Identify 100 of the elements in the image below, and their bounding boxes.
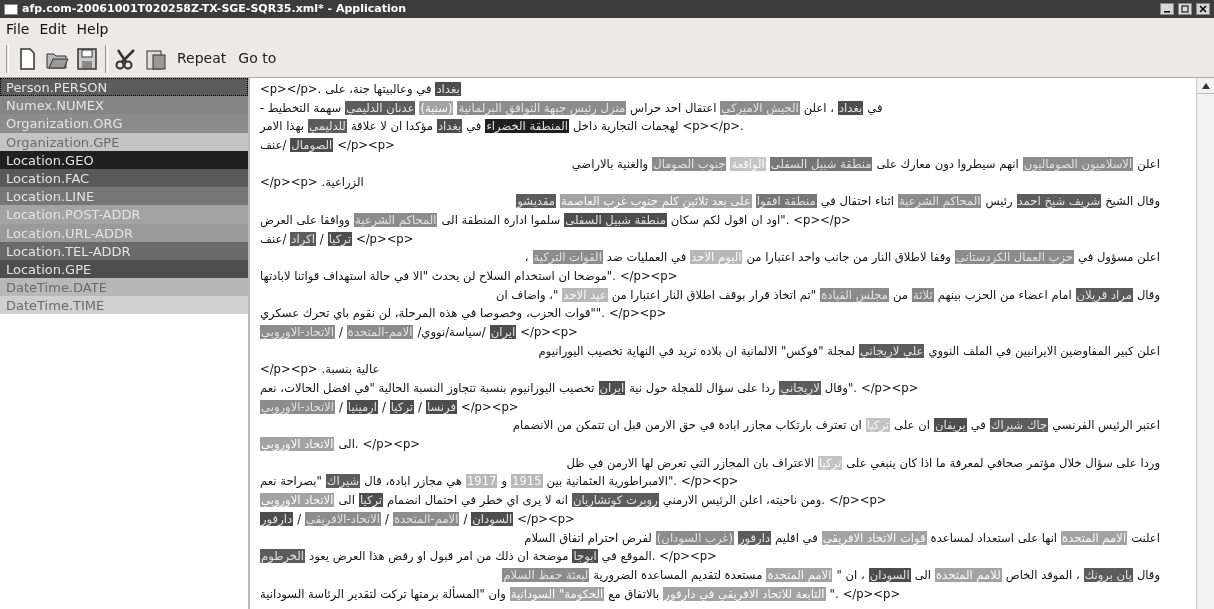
- entity-highlight[interactable]: (سنية): [419, 100, 454, 115]
- document-text: اعلن: [1137, 156, 1160, 171]
- entity-highlight[interactable]: عدنان الدليمي: [345, 100, 416, 115]
- save-icon[interactable]: [75, 45, 99, 72]
- document-text: وان "المسألة برمتها تركت لتقدير: [347, 586, 506, 601]
- entity-highlight[interactable]: تركيا: [389, 399, 414, 414]
- entity-highlight[interactable]: ايران: [598, 381, 626, 395]
- tag-item[interactable]: Person.PERSON: [0, 78, 248, 97]
- document-text: /سياسة/نووي/: [417, 324, 486, 339]
- entity-highlight[interactable]: السودان: [868, 567, 911, 582]
- entity-highlight[interactable]: الامم-المتحدة: [392, 511, 460, 526]
- document-text: الاعتراف بان المجازر التي تعرض لها الارمن في ظل: [566, 455, 814, 470]
- document-text: ، الموفد الخاص: [1005, 567, 1080, 582]
- entity-highlight[interactable]: جاك شيراك: [989, 418, 1049, 433]
- entity-highlight[interactable]: تركيا: [358, 493, 384, 508]
- entity-highlight[interactable]: المحاكم الشرعية: [353, 212, 438, 227]
- entity-highlight[interactable]: الاسلاميون الصوماليون: [1022, 156, 1134, 171]
- document-text: الى: [914, 567, 932, 582]
- markup-tag: </p><p>: [608, 306, 667, 321]
- entity-highlight[interactable]: منطقة افقوا: [755, 194, 817, 209]
- entity-highlight[interactable]: علي لاريجاني: [858, 343, 925, 358]
- menu-item[interactable]: File: [4, 18, 32, 40]
- document-text: /: [381, 399, 386, 414]
- entity-highlight[interactable]: الاتحاد-الاوروبي: [260, 399, 335, 414]
- tag-item[interactable]: DateTime.DATE: [0, 278, 248, 297]
- entity-highlight[interactable]: مراد قريلان: [1075, 287, 1133, 302]
- menu-item[interactable]: Help: [74, 18, 111, 40]
- entity-highlight[interactable]: اليوم الاحد: [690, 250, 743, 265]
- entity-highlight[interactable]: الاتحاد الاوروبي: [260, 493, 335, 508]
- entity-highlight[interactable]: منطقة شبيل السفلى: [564, 212, 667, 227]
- entity-highlight[interactable]: عيد الاحد: [562, 287, 608, 302]
- minimize-button[interactable]: [1160, 3, 1174, 15]
- document-text: تخصيب اليورانيوم بنسبة تتجاوز النسبة الحالية "في افضل الحالات، نعم: [260, 381, 595, 395]
- entity-highlight[interactable]: ايران: [489, 324, 517, 339]
- entity-highlight[interactable]: روبرت كوتشاريان: [571, 493, 659, 508]
- entity-highlight[interactable]: اكراد: [290, 231, 316, 246]
- entity-highlight[interactable]: الصومال: [290, 138, 334, 153]
- entity-highlight[interactable]: التابعة للاتحاد الافريقي في دارفور: [663, 586, 826, 601]
- toolbar-button[interactable]: Go to: [235, 48, 280, 69]
- entity-highlight[interactable]: 1915: [511, 474, 543, 489]
- entity-highlight[interactable]: لبعثة حفظ السلام: [502, 567, 590, 582]
- entity-highlight[interactable]: منزل رئيس جبهة التوافق البرلمانية: [457, 100, 627, 115]
- entity-highlight[interactable]: للامم المتحدة: [935, 567, 1002, 582]
- entity-highlight[interactable]: على بعد ثلاثين كلم جنوب غرب العاصمة: [560, 194, 752, 209]
- entity-highlight[interactable]: دارفور: [737, 530, 772, 545]
- document-text: بهذا الامر: [260, 119, 304, 134]
- markup-tag: </p><p>: [520, 324, 578, 339]
- entity-highlight[interactable]: المحاكم الشرعية: [897, 194, 982, 209]
- tag-item[interactable]: DateTime.TIME: [0, 296, 248, 315]
- entity-highlight[interactable]: السودان: [471, 511, 514, 526]
- close-button[interactable]: [1196, 3, 1210, 15]
- entity-highlight[interactable]: مقديشو: [516, 194, 557, 209]
- entity-highlight[interactable]: منطقة شبيل السفلى: [769, 156, 873, 171]
- entity-highlight[interactable]: ثلاثة: [912, 287, 934, 302]
- entity-highlight[interactable]: 1917: [465, 474, 498, 489]
- entity-highlight[interactable]: بغداد: [837, 100, 864, 115]
- entity-highlight[interactable]: يريفان: [933, 418, 967, 433]
- document-text: في وعالبيتها جنة، على: [325, 82, 432, 96]
- entity-highlight[interactable]: الخرطوم: [260, 549, 306, 564]
- tag-item[interactable]: Location.LINE: [0, 187, 248, 206]
- entity-highlight[interactable]: الامم-المتحدة: [346, 324, 414, 339]
- entity-highlight[interactable]: الامم المتحدة: [766, 567, 833, 582]
- app-icon: [4, 3, 18, 15]
- entity-highlight[interactable]: شيراك: [325, 474, 361, 489]
- entity-highlight[interactable]: الجيش الاميركي: [720, 100, 800, 115]
- entity-highlight[interactable]: يان برونك: [1083, 567, 1133, 582]
- entity-highlight[interactable]: تركيا: [327, 231, 352, 246]
- entity-highlight[interactable]: فرنسا: [425, 399, 457, 414]
- entity-highlight[interactable]: الاتحاد-الافريقي: [305, 511, 381, 526]
- menu-item[interactable]: Edit: [37, 18, 69, 40]
- markup-tag: <p></p>.: [260, 82, 322, 96]
- entity-highlight[interactable]: ابوجا: [572, 549, 598, 564]
- tag-item[interactable]: Numex.NUMEX: [0, 96, 248, 115]
- entity-highlight[interactable]: جنوب الصومال: [652, 156, 727, 171]
- document-text: ان على: [894, 418, 930, 433]
- entity-highlight[interactable]: المنطقة الخضراء: [485, 119, 569, 134]
- entity-highlight[interactable]: لاريجاني: [779, 381, 821, 395]
- maximize-button[interactable]: [1178, 3, 1192, 15]
- entity-highlight[interactable]: الامم المتحدة: [1061, 530, 1128, 545]
- document-text: من: [893, 287, 909, 302]
- entity-highlight[interactable]: الحكومة" السودانية: [509, 586, 605, 601]
- entity-highlight[interactable]: قوات الاتحاد الافريقي: [821, 530, 927, 545]
- entity-highlight[interactable]: للدليمي: [308, 119, 347, 134]
- entity-highlight[interactable]: بغداد: [435, 82, 461, 96]
- entity-highlight[interactable]: حزب العمال الكردستاني: [954, 250, 1075, 265]
- entity-highlight[interactable]: بغداد: [436, 119, 463, 134]
- toolbar-button[interactable]: Repeat: [174, 48, 230, 69]
- tag-item[interactable]: Organization.ORG: [0, 114, 248, 133]
- scrollbar[interactable]: [1196, 78, 1214, 609]
- entity-highlight[interactable]: الاتحاد الاوروبي: [260, 437, 335, 452]
- document-text: رئيس: [985, 194, 1013, 209]
- entity-highlight[interactable]: ارمينيا: [346, 399, 378, 414]
- entity-highlight[interactable]: (غرب السودان): [655, 530, 734, 545]
- entity-highlight[interactable]: شريف شيخ احمد: [1016, 194, 1102, 209]
- entity-highlight[interactable]: القوات التركية: [532, 250, 603, 265]
- entity-highlight[interactable]: مجلس القيادة: [820, 287, 890, 302]
- entity-highlight[interactable]: الاتحاد-الاوروبي: [260, 324, 335, 339]
- document-text: في: [970, 418, 986, 433]
- tag-item[interactable]: Location.POST-ADDR: [0, 205, 248, 224]
- entity-highlight[interactable]: دارفور: [260, 511, 294, 526]
